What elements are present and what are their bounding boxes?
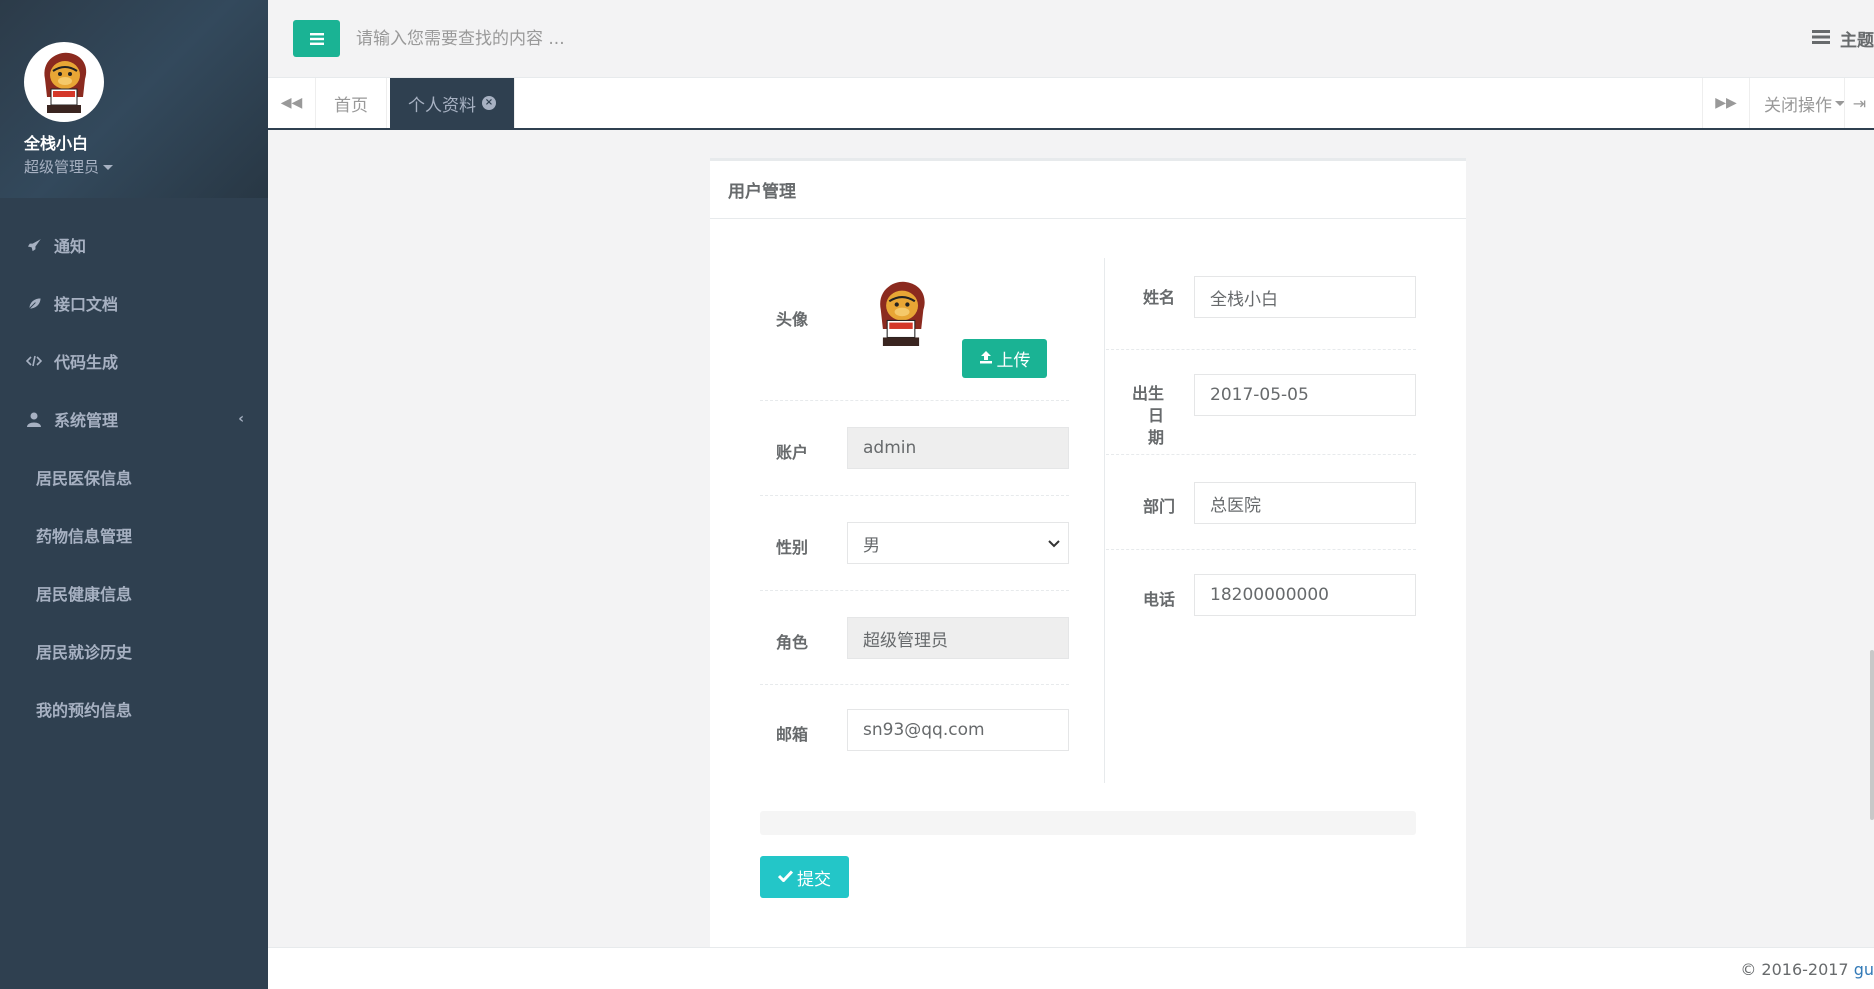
gender-value: 男 bbox=[863, 535, 880, 556]
tab-home[interactable]: 首页 bbox=[316, 78, 387, 128]
form-row-phone: 电话 18200000000 bbox=[1106, 550, 1416, 640]
right-form-column: 姓名 全栈小白 出生日 期 2017-05-05 部门 总医院 电话 18200… bbox=[1106, 258, 1416, 640]
leaf-icon bbox=[24, 296, 44, 311]
tabs-scroll-left-button[interactable]: ◀◀ bbox=[268, 78, 316, 128]
form-row-avatar: 头像 上传 bbox=[760, 261, 1069, 401]
sidebar-item-label: 代码生成 bbox=[54, 353, 119, 372]
user-role-dropdown[interactable]: 超级管理员 bbox=[24, 156, 268, 177]
form-row-account: 账户 admin bbox=[760, 401, 1069, 496]
double-chevron-left-icon: ◀◀ bbox=[280, 95, 303, 111]
monkey-avatar-icon bbox=[880, 281, 925, 346]
form-row-gender: 性别 男 bbox=[760, 496, 1069, 591]
left-form-column: 头像 上传 账户 admin 性别 男 角色 超级管理员 邮箱 sn93@qq.… bbox=[760, 261, 1069, 775]
column-divider bbox=[1104, 258, 1105, 783]
sidebar-item-notice[interactable]: 通知 bbox=[0, 216, 268, 274]
phone-label: 电话 bbox=[1143, 590, 1176, 609]
footer-copyright: © 2016-2017 gu bbox=[1740, 960, 1874, 979]
hamburger-icon bbox=[309, 32, 324, 45]
email-label: 邮箱 bbox=[776, 725, 809, 744]
account-label: 账户 bbox=[776, 443, 809, 462]
upload-label: 上传 bbox=[996, 351, 1031, 371]
sidebar-item-label: 通知 bbox=[54, 237, 87, 256]
tab-label: 个人资料 bbox=[408, 95, 476, 116]
name-field[interactable]: 全栈小白 bbox=[1194, 276, 1416, 318]
sidebar-item-api-docs[interactable]: 接口文档 bbox=[0, 274, 268, 332]
avatar-preview bbox=[868, 273, 934, 357]
theme-list-icon bbox=[1812, 29, 1830, 49]
content-area: 用户管理 头像 上传 账户 admin 性别 男 角色 超级管理员 邮箱 sn9… bbox=[268, 130, 1874, 947]
sidebar-subitem-health[interactable]: 居民健康信息 bbox=[0, 564, 268, 622]
copyright-text: © 2016-2017 bbox=[1740, 960, 1854, 979]
form-row-role: 角色 超级管理员 bbox=[760, 591, 1069, 685]
tab-label: 首页 bbox=[334, 95, 368, 116]
avatar[interactable] bbox=[24, 42, 104, 122]
name-label: 姓名 bbox=[1143, 288, 1176, 307]
double-chevron-right-icon: ▶▶ bbox=[1715, 95, 1737, 111]
search-input[interactable] bbox=[356, 22, 856, 56]
tab-close-icon[interactable]: × bbox=[482, 96, 496, 110]
role-field: 超级管理员 bbox=[847, 617, 1069, 659]
chevron-down-icon bbox=[1048, 533, 1060, 553]
sidebar-item-label: 系统管理 bbox=[54, 411, 119, 430]
monkey-avatar-icon bbox=[44, 52, 87, 113]
theme-label: 主题 bbox=[1840, 31, 1874, 51]
birthdate-label: 出生日 期 bbox=[1124, 383, 1164, 449]
user-profile: 全栈小白 超级管理员 bbox=[0, 0, 268, 198]
form-row-name: 姓名 全栈小白 bbox=[1106, 258, 1416, 350]
footer: © 2016-2017 gu bbox=[268, 947, 1874, 989]
submit-label: 提交 bbox=[797, 869, 831, 890]
form-row-email: 邮箱 sn93@qq.com bbox=[760, 685, 1069, 775]
top-bar: 主题 bbox=[268, 0, 1874, 78]
user-name[interactable]: 全栈小白 bbox=[24, 130, 268, 154]
chevron-left-icon: ‹ bbox=[238, 411, 244, 427]
department-field[interactable]: 总医院 bbox=[1194, 482, 1416, 524]
check-icon bbox=[777, 867, 794, 887]
code-icon bbox=[24, 354, 44, 368]
user-icon bbox=[24, 412, 44, 427]
sign-out-icon: ⇥ bbox=[1852, 93, 1867, 113]
sidebar-item-label: 接口文档 bbox=[54, 295, 119, 314]
avatar-label: 头像 bbox=[776, 310, 809, 329]
form-row-birthdate: 出生日 期 2017-05-05 bbox=[1106, 350, 1416, 455]
email-field[interactable]: sn93@qq.com bbox=[847, 709, 1069, 751]
tab-profile[interactable]: 个人资料 × bbox=[390, 78, 515, 128]
birthdate-field[interactable]: 2017-05-05 bbox=[1194, 374, 1416, 416]
sidebar-item-system[interactable]: 系统管理 ‹ bbox=[0, 390, 268, 448]
tabs-scroll-right-button[interactable]: ▶▶ bbox=[1702, 78, 1750, 128]
user-management-panel: 用户管理 头像 上传 账户 admin 性别 男 角色 超级管理员 邮箱 sn9… bbox=[710, 158, 1466, 947]
rocket-icon bbox=[24, 238, 44, 253]
sidebar-subitem-visit-history[interactable]: 居民就诊历史 bbox=[0, 622, 268, 680]
gender-label: 性别 bbox=[776, 538, 809, 557]
sidebar-subitem-insurance[interactable]: 居民医保信息 bbox=[0, 448, 268, 506]
submit-button[interactable]: 提交 bbox=[760, 856, 849, 898]
upload-icon bbox=[979, 349, 993, 369]
logout-button[interactable]: ⇥ bbox=[1844, 78, 1874, 128]
phone-field[interactable]: 18200000000 bbox=[1194, 574, 1416, 616]
account-field: admin bbox=[847, 427, 1069, 469]
user-role: 超级管理员 bbox=[24, 158, 100, 176]
birthdate-label-line1: 出生日 bbox=[1131, 384, 1164, 425]
department-label: 部门 bbox=[1143, 497, 1176, 516]
panel-title: 用户管理 bbox=[710, 161, 1466, 219]
form-row-department: 部门 总医院 bbox=[1106, 455, 1416, 550]
theme-button[interactable]: 主题 bbox=[1812, 26, 1874, 51]
sidebar-nav: 通知 接口文档 代码生成 系统管理 ‹ 居民医保信息 药物信息管理 居民健康信息… bbox=[0, 198, 268, 738]
birthdate-label-line2: 期 bbox=[1147, 428, 1164, 447]
upload-progress-bar bbox=[760, 811, 1416, 835]
sidebar: 全栈小白 超级管理员 通知 接口文档 代码生成 系统管理 ‹ 居民医保信息 药物… bbox=[0, 0, 268, 989]
tabs-bar: ◀◀ 首页 个人资料 × ▶▶ 关闭操作 ⇥ bbox=[268, 78, 1874, 130]
gender-select[interactable]: 男 bbox=[847, 522, 1069, 564]
upload-button[interactable]: 上传 bbox=[962, 339, 1047, 378]
role-label: 角色 bbox=[776, 633, 809, 652]
sidebar-subitem-appointments[interactable]: 我的预约信息 bbox=[0, 680, 268, 738]
close-operations-label: 关闭操作 bbox=[1764, 95, 1832, 116]
page-scrollbar[interactable] bbox=[1870, 650, 1874, 820]
footer-link[interactable]: gu bbox=[1854, 960, 1874, 979]
sidebar-item-codegen[interactable]: 代码生成 bbox=[0, 332, 268, 390]
caret-down-icon bbox=[103, 165, 114, 170]
menu-toggle-button[interactable] bbox=[293, 20, 340, 57]
sidebar-subitem-medicine[interactable]: 药物信息管理 bbox=[0, 506, 268, 564]
